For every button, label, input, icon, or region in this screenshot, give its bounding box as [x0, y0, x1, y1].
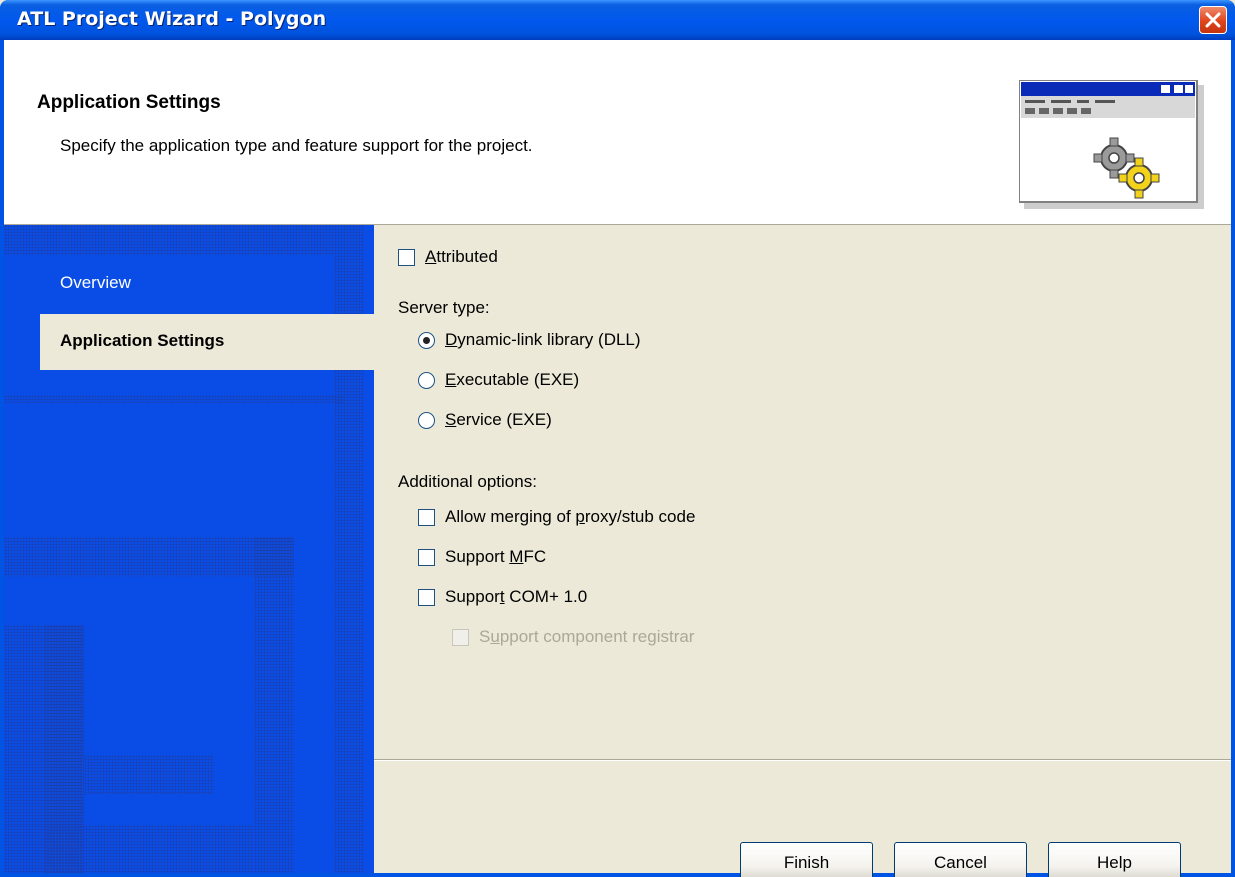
close-button[interactable]	[1199, 6, 1227, 34]
support-mfc-label: Support MFC	[445, 547, 547, 566]
radio-dll[interactable]: Dynamic-link library (DLL)	[418, 330, 641, 350]
server-type-label: Server type:	[398, 298, 490, 317]
help-button[interactable]: Help	[1048, 842, 1181, 877]
cancel-button[interactable]: Cancel	[894, 842, 1027, 877]
nav-background-pattern	[84, 755, 214, 795]
nav-item-overview[interactable]: Overview	[60, 273, 131, 293]
close-icon	[1205, 12, 1221, 28]
radio-dll-label: Dynamic-link library (DLL)	[445, 330, 641, 349]
radio-button[interactable]	[418, 411, 435, 429]
radio-button[interactable]	[418, 371, 435, 389]
checkbox-box[interactable]	[418, 548, 435, 566]
radio-button[interactable]	[418, 331, 435, 349]
button-divider	[374, 759, 1231, 761]
support-complus-checkbox[interactable]: Support COM+ 1.0	[418, 587, 587, 607]
wizard-nav-panel: Overview Application Settings	[4, 225, 374, 873]
nav-background-pattern	[254, 537, 294, 873]
proxy-stub-checkbox[interactable]: Allow merging of proxy/stub code	[418, 507, 695, 527]
attributed-checkbox[interactable]: Attributed	[398, 247, 498, 267]
nav-item-application-settings[interactable]: Application Settings	[40, 314, 374, 370]
finish-button[interactable]: Finish	[740, 842, 873, 877]
component-registrar-checkbox[interactable]: Support component registrar	[452, 627, 694, 647]
nav-background-pattern	[4, 537, 294, 577]
window-title: ATL Project Wizard - Polygon	[17, 8, 327, 30]
checkbox-box[interactable]	[418, 508, 435, 526]
checkbox-box[interactable]	[398, 248, 415, 266]
page-title: Application Settings	[37, 92, 221, 113]
wizard-header: Application Settings Specify the applica…	[4, 40, 1231, 225]
nav-background-pattern	[4, 825, 254, 873]
radio-service-label: Service (EXE)	[445, 410, 552, 429]
nav-background-pattern	[4, 395, 344, 403]
checkbox-box[interactable]	[418, 588, 435, 606]
page-description: Specify the application type and feature…	[60, 136, 533, 155]
radio-service[interactable]: Service (EXE)	[418, 410, 552, 430]
component-registrar-label: Support component registrar	[479, 627, 695, 646]
wizard-gear-icon	[1019, 80, 1204, 209]
checkbox-box[interactable]	[452, 628, 469, 646]
radio-exe[interactable]: Executable (EXE)	[418, 370, 579, 390]
additional-options-label: Additional options:	[398, 472, 537, 491]
support-mfc-checkbox[interactable]: Support MFC	[418, 547, 546, 567]
dialog-client-area: Application Settings Specify the applica…	[4, 40, 1231, 877]
attributed-label: Attributed	[425, 247, 498, 266]
nav-background-pattern	[4, 225, 364, 255]
title-bar[interactable]: ATL Project Wizard - Polygon	[0, 0, 1235, 40]
proxy-stub-label: Allow merging of proxy/stub code	[445, 507, 696, 526]
radio-exe-label: Executable (EXE)	[445, 370, 580, 389]
wizard-window: ATL Project Wizard - Polygon Application…	[0, 0, 1235, 877]
support-complus-label: Support COM+ 1.0	[445, 587, 588, 606]
settings-panel: Attributed Server type: Dynamic-link lib…	[374, 225, 1231, 877]
